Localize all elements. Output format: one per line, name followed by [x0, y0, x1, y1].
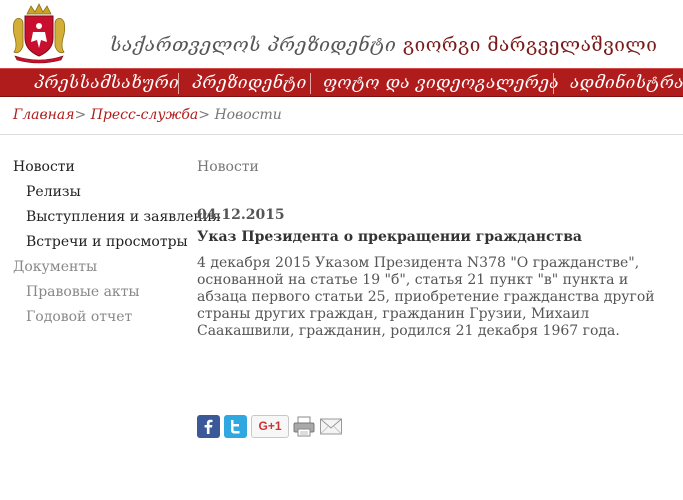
coat-of-arms-icon[interactable]	[11, 2, 67, 64]
sidebar-item-news[interactable]: Новости	[13, 159, 75, 175]
nav-separator	[310, 73, 311, 94]
breadcrumb: Главная> Пресс-служба> Новости	[13, 107, 282, 123]
site-title-prefix: საქართველოს პრეზიდენტი	[110, 34, 397, 56]
site-title: საქართველოს პრეზიდენტი გიორგი მარგველაშვ…	[110, 34, 657, 56]
site-header: საქართველოს პრეზიდენტი გიორგი მარგველაშვ…	[0, 0, 683, 68]
print-icon[interactable]	[292, 415, 316, 438]
sidebar-item-annual-report[interactable]: Годовой отчет	[26, 309, 132, 325]
email-icon[interactable]	[319, 415, 343, 438]
nav-item-gallery[interactable]: ფოტო და ვიდეოგალერეა	[323, 69, 559, 96]
divider	[0, 134, 683, 135]
facebook-icon[interactable]	[197, 415, 220, 438]
article-body: 4 декабря 2015 Указом Президента N378 "О…	[197, 255, 655, 339]
breadcrumb-separator: >	[198, 107, 211, 123]
sidebar-item-legal-acts[interactable]: Правовые акты	[26, 284, 140, 300]
section-title: Новости	[197, 159, 259, 175]
breadcrumb-home-link[interactable]: Главная	[13, 107, 75, 123]
article-date: 04.12.2015	[197, 207, 285, 223]
sidebar-item-meetings[interactable]: Встречи и просмотры	[26, 234, 188, 250]
twitter-icon[interactable]	[224, 415, 247, 438]
president-name: გიორგი მარგველაშვილი	[402, 34, 658, 56]
nav-separator	[178, 73, 179, 94]
nav-separator	[553, 73, 554, 94]
sidebar-item-speeches[interactable]: Выступления и заявления	[26, 209, 221, 225]
google-plus-icon[interactable]: G+1	[251, 415, 289, 438]
article-headline: Указ Президента о прекращении гражданств…	[197, 229, 582, 245]
nav-item-administration[interactable]: ადმინისტრაცია	[570, 69, 683, 96]
google-plus-label: G+1	[258, 419, 282, 433]
sidebar-item-releases[interactable]: Релизы	[26, 184, 81, 200]
breadcrumb-press-link[interactable]: Пресс-служба	[91, 107, 199, 123]
main-nav: პრესსამსახური პრეზიდენტი ფოტო და ვიდეოგა…	[0, 68, 683, 97]
breadcrumb-current: Новости	[214, 107, 282, 123]
nav-item-president[interactable]: პრეზიდენტი	[192, 69, 307, 96]
breadcrumb-separator: >	[74, 107, 87, 123]
nav-item-press[interactable]: პრესსამსახური	[34, 69, 179, 96]
sidebar-item-documents[interactable]: Документы	[13, 259, 97, 275]
